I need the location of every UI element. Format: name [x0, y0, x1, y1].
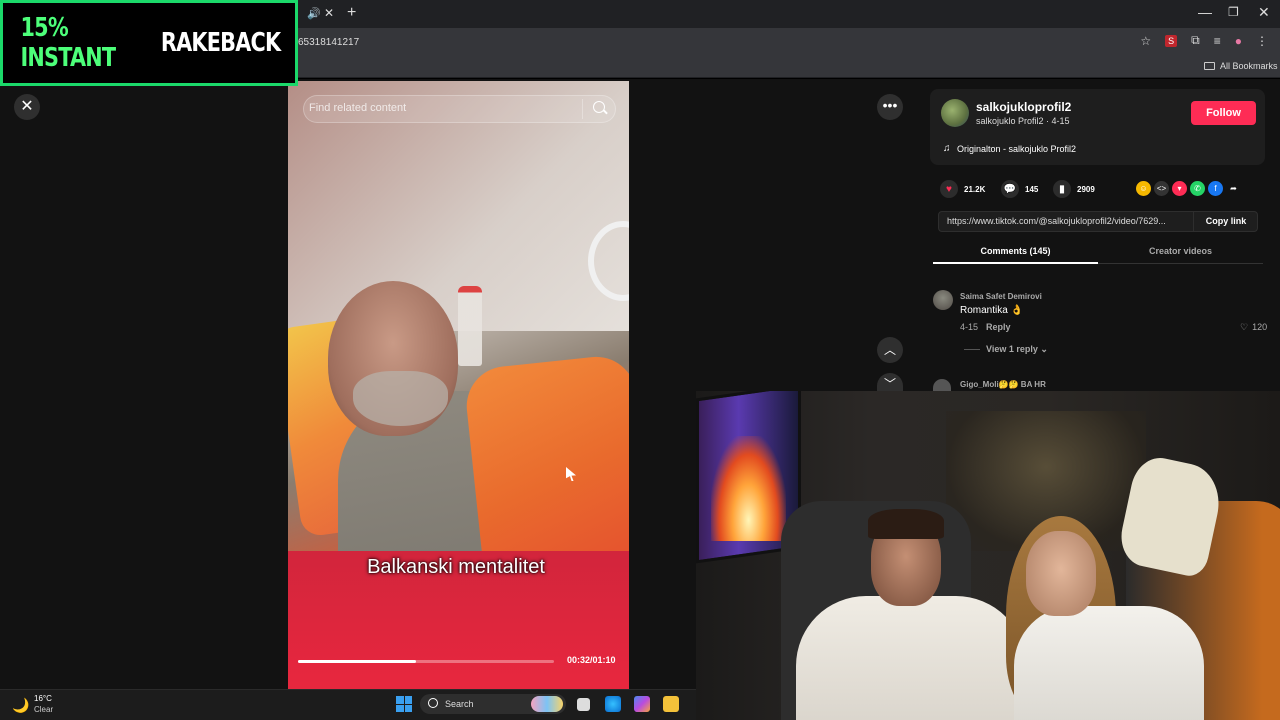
- video-progress-bar[interactable]: [298, 660, 554, 663]
- windows-start-icon[interactable]: [396, 696, 412, 712]
- comment-icon: 💬: [1001, 180, 1019, 198]
- comment-date: 4-15: [960, 322, 979, 332]
- all-bookmarks-label: All Bookmarks: [1220, 61, 1278, 71]
- like-stat[interactable]: ♥ 21.2K: [940, 180, 985, 198]
- new-tab-icon[interactable]: +: [347, 4, 356, 22]
- replies-line: [964, 349, 980, 350]
- extension-icon[interactable]: S: [1165, 34, 1178, 47]
- comment-like[interactable]: ♡ 120: [1240, 322, 1267, 333]
- weather-temp[interactable]: 16°C: [34, 694, 52, 703]
- weather-condition[interactable]: Clear: [34, 705, 53, 714]
- comment-stat[interactable]: 💬 145: [1001, 180, 1038, 198]
- media-icon[interactable]: ≡: [1214, 34, 1221, 48]
- video-time: 00:32/01:10: [567, 655, 616, 665]
- more-options-button[interactable]: •••: [877, 94, 903, 120]
- sound-name[interactable]: Originalton - salkojuklo Profil2: [957, 144, 1076, 154]
- active-tab-indicator: [933, 262, 1098, 264]
- video-link[interactable]: https://www.tiktok.com/@salkojukloprofil…: [947, 216, 1191, 226]
- tab-comments[interactable]: Comments (145): [933, 246, 1098, 256]
- bookmark-icon: ▮: [1053, 180, 1071, 198]
- window-close-icon[interactable]: ✕: [1258, 4, 1270, 21]
- share-row: ☺ <> ▾ ✆ f ➦: [1136, 181, 1241, 196]
- man-hair: [868, 509, 944, 539]
- tab-creator-videos[interactable]: Creator videos: [1098, 246, 1263, 256]
- search-icon[interactable]: [593, 101, 605, 113]
- comment-text: Romantika 👌: [960, 305, 1024, 316]
- save-count: 2909: [1077, 184, 1095, 194]
- author-subline: salkojuklo Profil2 · 4-15: [976, 116, 1070, 126]
- send-icon[interactable]: ▾: [1172, 181, 1187, 196]
- search-highlight-icon: [531, 696, 563, 712]
- music-note-icon: ♫: [943, 143, 951, 154]
- tab-close-icon[interactable]: ✕: [324, 6, 334, 20]
- facebook-icon[interactable]: f: [1208, 181, 1223, 196]
- promo-highlight: 15% INSTANT: [20, 13, 116, 73]
- file-explorer-icon[interactable]: [663, 696, 679, 712]
- comment-avatar[interactable]: [933, 290, 953, 310]
- comment-author[interactable]: Gigo_Moli🤔🤔 BA HR: [960, 380, 1046, 389]
- comment-count: 145: [1025, 184, 1039, 194]
- woman-top: [1014, 606, 1204, 720]
- comment-avatar[interactable]: [933, 379, 951, 391]
- fireplace-video: [711, 436, 786, 541]
- url-text[interactable]: 65318141217: [298, 37, 359, 48]
- coin-icon[interactable]: ☺: [1136, 181, 1151, 196]
- close-video-button[interactable]: ✕: [14, 94, 40, 120]
- comment-author[interactable]: Saima Safet Demirovi: [960, 292, 1042, 301]
- heart-outline-icon: ♡: [1240, 322, 1249, 332]
- moon-icon[interactable]: 🌙: [12, 697, 29, 714]
- promo-text: RAKEBACK: [160, 28, 281, 58]
- heart-icon: ♥: [940, 180, 958, 198]
- like-count: 21.2K: [964, 184, 986, 194]
- edge-icon[interactable]: [605, 696, 621, 712]
- woman-head: [1026, 531, 1096, 616]
- rakeback-promo-banner: 15% INSTANT RAKEBACK: [0, 0, 298, 86]
- copilot-icon[interactable]: [634, 696, 650, 712]
- comment-like-count: 120: [1252, 322, 1268, 332]
- tab-audio-icon[interactable]: 🔊: [307, 7, 321, 20]
- search-icon: [428, 698, 438, 708]
- related-search-input[interactable]: Find related content: [309, 102, 406, 114]
- webcam-overlay: [696, 391, 1280, 720]
- search-divider: [582, 99, 583, 119]
- windows-taskbar: [0, 689, 696, 720]
- folder-icon: [1204, 62, 1215, 70]
- beard: [353, 371, 448, 426]
- task-view-icon[interactable]: [577, 698, 590, 711]
- video-caption: Balkanski mentalitet: [367, 556, 545, 578]
- view-replies-label: View 1 reply: [986, 344, 1038, 354]
- all-bookmarks[interactable]: All Bookmarks: [1204, 61, 1278, 71]
- save-stat[interactable]: ▮ 2909: [1053, 180, 1095, 198]
- author-username[interactable]: salkojukloprofil2: [976, 100, 1071, 114]
- video-progress-fill: [298, 660, 416, 663]
- taskbar-search-label[interactable]: Search: [445, 699, 474, 709]
- embed-icon[interactable]: <>: [1154, 181, 1169, 196]
- copy-link-button[interactable]: Copy link: [1193, 211, 1258, 232]
- reply-button[interactable]: Reply: [986, 322, 1011, 332]
- video-player[interactable]: [288, 81, 629, 689]
- chevron-down-icon: ⌄: [1040, 344, 1048, 354]
- share-icon[interactable]: ➦: [1226, 181, 1241, 196]
- whatsapp-icon[interactable]: ✆: [1190, 181, 1205, 196]
- puzzle-icon[interactable]: ⧉: [1191, 33, 1200, 48]
- man-shirt: [796, 596, 1026, 720]
- follow-button[interactable]: Follow: [1191, 101, 1256, 125]
- minimize-icon[interactable]: —: [1198, 4, 1212, 20]
- bottle: [458, 286, 482, 366]
- star-icon[interactable]: ☆: [1140, 34, 1151, 48]
- previous-video-button[interactable]: ︿: [877, 337, 903, 363]
- view-replies-button[interactable]: View 1 reply ⌄: [986, 344, 1048, 355]
- toolbar-icons: ☆ S ⧉ ≡ ● ⋮: [1140, 33, 1268, 48]
- author-avatar[interactable]: [941, 99, 969, 127]
- menu-icon[interactable]: ⋮: [1256, 34, 1268, 48]
- profile-icon[interactable]: ●: [1235, 34, 1242, 48]
- restore-icon[interactable]: ❐: [1228, 5, 1239, 19]
